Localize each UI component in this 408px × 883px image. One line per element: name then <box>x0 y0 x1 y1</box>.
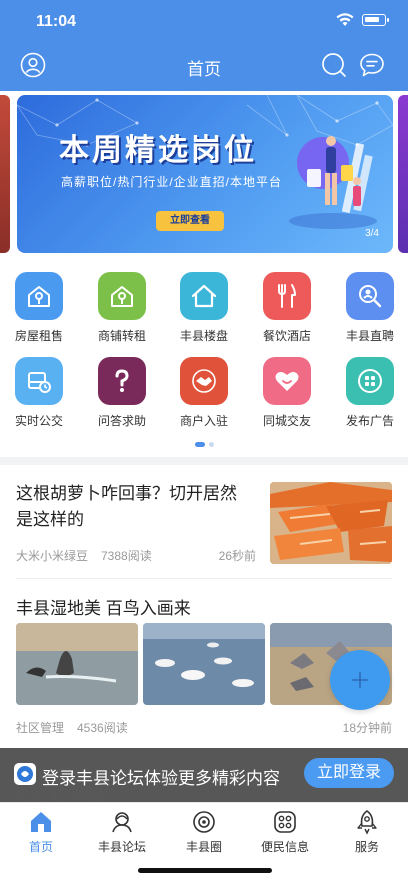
search-button[interactable] <box>321 52 347 78</box>
carrot-image <box>270 482 392 564</box>
question-icon <box>115 369 129 392</box>
bus-clock-icon <box>28 372 51 393</box>
grid-item-bus[interactable]: 实时公交 <box>3 357 75 429</box>
grid-item-real-estate[interactable]: 丰县楼盘 <box>168 272 240 344</box>
post-author[interactable]: 大米小米绿豆 <box>16 547 88 564</box>
banner-page-indicator: 3/4 <box>365 228 379 239</box>
wetland-image <box>143 623 265 705</box>
home-indicator <box>138 868 272 873</box>
grid-icon-bg <box>180 357 228 405</box>
banner-subtitle: 高薪职位/热门行业/企业直招/本地平台 <box>61 175 283 189</box>
banner-title: 本周精选岗位 <box>59 134 257 167</box>
post-title[interactable]: 这根胡萝卜咋回事？切开居然是这样的 <box>16 481 252 533</box>
wetland-bird-photo-1[interactable] <box>16 623 138 705</box>
handshake-icon <box>192 369 216 393</box>
grid-item-shop-rent[interactable]: 商铺转租 <box>86 272 158 344</box>
grid-icon-bg <box>263 357 311 405</box>
chat-bubble-icon <box>360 53 384 77</box>
wetland-swans-photo-2[interactable] <box>143 623 265 705</box>
info-grid-icon <box>274 811 296 833</box>
status-icons <box>336 13 389 27</box>
heart-smile-icon <box>275 372 299 391</box>
grid-icon-bg <box>346 272 394 320</box>
post-reads: 4536阅读 <box>77 721 128 735</box>
grid-item-qa[interactable]: 问答求助 <box>86 357 158 429</box>
login-button[interactable]: 立即登录 <box>304 758 394 788</box>
house-key-icon <box>28 286 50 307</box>
tab-label: 丰县圈 <box>185 840 222 854</box>
tab-info[interactable]: 便民信息 <box>250 809 320 855</box>
grid-item-house-rent[interactable]: 房屋租售 <box>3 272 75 344</box>
home-icon <box>191 284 217 308</box>
banner-view-button[interactable]: 立即查看 <box>156 211 224 231</box>
tab-label: 服务 <box>354 840 379 854</box>
wifi-icon <box>336 13 354 26</box>
grid-icon-bg <box>98 357 146 405</box>
tab-circle[interactable]: 丰县圈 <box>169 809 239 855</box>
grid-icon-bg <box>346 357 394 405</box>
page-dot-active <box>194 442 205 447</box>
post-time: 18分钟前 <box>342 721 392 735</box>
grid-item-dating[interactable]: 同城交友 <box>251 357 323 429</box>
search-icon <box>322 53 346 77</box>
tab-home[interactable]: 首页 <box>6 809 76 855</box>
banner-carousel[interactable]: 本周精选岗位 高薪职位/热门行业/企业直招/本地平台 立即查看 3/4 <box>0 91 408 259</box>
grid-icon-bg <box>98 272 146 320</box>
status-time: 11:04 <box>36 13 77 30</box>
grid-item-merchant[interactable]: 商户入驻 <box>168 357 240 429</box>
tab-label: 丰县论坛 <box>97 840 146 854</box>
banner-slide[interactable]: 本周精选岗位 高薪职位/热门行业/企业直招/本地平台 立即查看 3/4 <box>17 95 393 253</box>
login-prompt-text: 登录丰县论坛体验更多精彩内容 <box>42 769 280 788</box>
grid-label: 商铺转租 <box>97 329 146 343</box>
grid-icon-bg <box>180 272 228 320</box>
carrot-photo[interactable] <box>270 482 392 564</box>
grid-label: 丰县直聘 <box>345 329 394 343</box>
battery-icon <box>362 14 389 26</box>
floating-post-button[interactable] <box>330 650 390 710</box>
tab-label: 首页 <box>28 840 53 854</box>
post-divider <box>16 578 392 579</box>
rocket-icon <box>357 810 377 835</box>
grid-icon-bg <box>15 357 63 405</box>
banner-next-slide[interactable] <box>398 95 408 253</box>
post-author[interactable]: 社区管理 <box>16 719 64 736</box>
grid-label: 丰县楼盘 <box>179 329 228 343</box>
grid-dots-icon <box>358 369 382 393</box>
grid-label: 问答求助 <box>97 414 146 428</box>
page-dot <box>208 442 214 447</box>
section-divider <box>0 457 408 465</box>
messages-button[interactable] <box>359 52 385 78</box>
grid-icon-bg <box>263 272 311 320</box>
grid-item-ads[interactable]: 发布广告 <box>334 357 406 429</box>
tab-service[interactable]: 服务 <box>332 809 402 855</box>
grid-label: 房屋租售 <box>14 329 63 343</box>
home-tab-icon <box>31 812 51 832</box>
app-logo-icon <box>14 763 36 785</box>
grid-label: 实时公交 <box>14 414 63 428</box>
tab-label: 便民信息 <box>260 840 309 854</box>
banner-prev-slide[interactable] <box>0 95 10 253</box>
grid-item-dining[interactable]: 餐饮酒店 <box>251 272 323 344</box>
plus-icon <box>352 672 368 688</box>
circle-icon <box>193 811 215 833</box>
grid-item-jobs[interactable]: 丰县直聘 <box>334 272 406 344</box>
post-reads: 7388阅读 <box>101 549 152 563</box>
tab-forum[interactable]: 丰县论坛 <box>87 809 157 855</box>
post-time: 26秒前 <box>218 549 256 563</box>
post-title[interactable]: 丰县湿地美 百鸟入画来 <box>16 594 191 619</box>
fork-knife-icon <box>278 284 296 308</box>
shopping-people-illustration <box>289 136 377 229</box>
forum-icon <box>112 812 132 833</box>
shop-key-icon <box>111 286 133 307</box>
grid-page-dots <box>0 442 408 447</box>
wetland-image <box>16 623 138 705</box>
grid-label: 同城交友 <box>262 414 311 428</box>
job-search-icon <box>359 285 382 308</box>
header: 11:04 首页 <box>0 0 408 91</box>
grid-label: 商户入驻 <box>179 414 228 428</box>
grid-icon-bg <box>15 272 63 320</box>
grid-label: 发布广告 <box>345 414 394 428</box>
grid-label: 餐饮酒店 <box>262 329 311 343</box>
